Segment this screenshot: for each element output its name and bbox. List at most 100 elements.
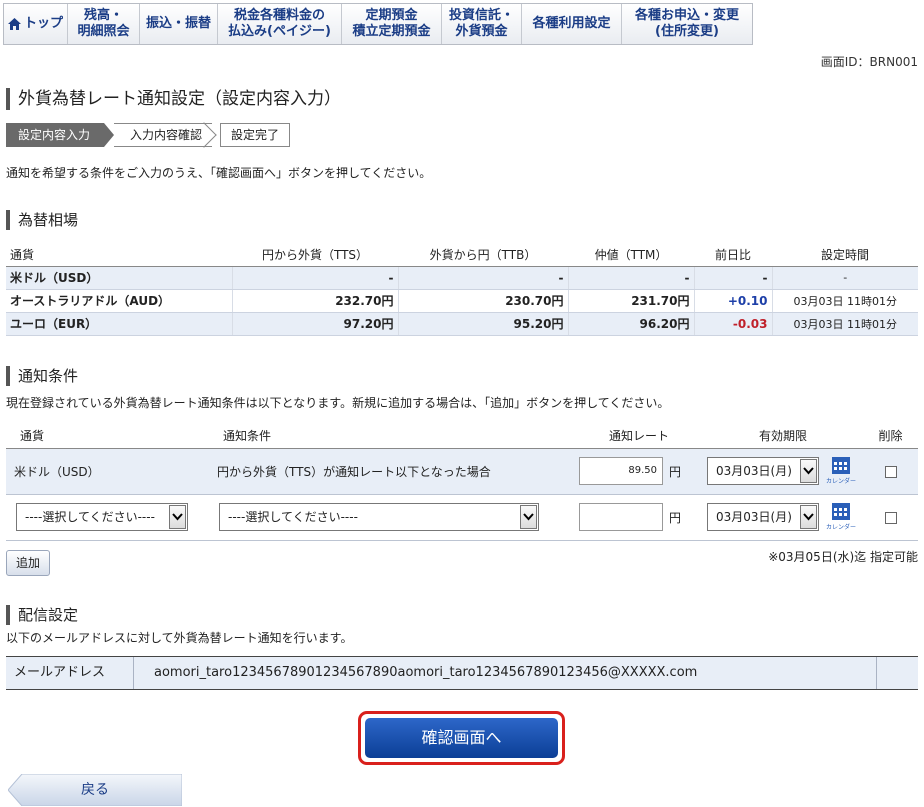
- delete-checkbox[interactable]: [884, 465, 897, 478]
- expiry-limit-note: ※03月05日(水)迄 指定可能: [768, 550, 918, 564]
- nav-payeasy-line2: 払込み(ペイジー): [228, 24, 331, 39]
- cond-col-rate: 通知レート: [575, 424, 703, 449]
- chevron-down-icon: [520, 505, 537, 529]
- delivery-section-title: 配信設定: [6, 605, 78, 625]
- nav-time-deposit-line2: 積立定期預金: [352, 24, 431, 39]
- rate-time: -: [772, 266, 918, 290]
- rate-tts: 97.20円: [232, 312, 399, 336]
- expiry-select-new[interactable]: 03月03日(月): [707, 503, 819, 531]
- home-icon: [8, 18, 21, 30]
- rate-time: 03月03日 11時01分: [772, 312, 918, 336]
- mail-table-spacer: [876, 657, 918, 689]
- expiry-select-value: 03月03日(月): [716, 464, 792, 478]
- nav-investment[interactable]: 投資信託・ 外貨預金: [442, 4, 522, 44]
- condition-text: 円から外貨（TTS）が通知レート以下となった場合: [209, 448, 575, 495]
- rates-row: 米ドル（USD） - - - - -: [6, 266, 918, 290]
- back-label: 戻る: [81, 782, 109, 798]
- rate-ttb: 230.70円: [398, 289, 569, 313]
- rates-header-row: 通貨 円から外貨（TTS） 外貨から円（TTB） 仲値（TTM） 前日比 設定時…: [6, 244, 918, 267]
- nav-time-deposit[interactable]: 定期預金 積立定期預金: [342, 4, 442, 44]
- currency-select-value: ----選択してください----: [25, 510, 155, 524]
- nav-time-deposit-line1: 定期預金: [365, 8, 418, 23]
- confirm-button-frame: 確認画面へ: [358, 711, 565, 765]
- chevron-down-icon: [800, 505, 817, 529]
- nav-investment-line2: 外貨預金: [455, 24, 508, 39]
- conditions-header-row: 通貨 通知条件 通知レート 有効期限 削除: [6, 424, 918, 449]
- mail-address: aomori_taro12345678901234567890aomori_ta…: [154, 665, 698, 680]
- currency-select[interactable]: ----選択してください----: [16, 503, 188, 531]
- rate-change: -0.03: [694, 312, 773, 336]
- step-indicator: 設定内容入力 入力内容確認 設定完了: [6, 123, 291, 147]
- rate-currency: ユーロ（EUR）: [6, 312, 233, 336]
- cond-col-delete: 削除: [863, 424, 918, 449]
- rate-tts: -: [232, 266, 399, 290]
- nav-transfer-label: 振込・振替: [145, 16, 211, 31]
- calendar-label: カレンダー: [825, 524, 856, 531]
- cond-col-condition: 通知条件: [209, 424, 575, 449]
- rate-change: -: [694, 266, 773, 290]
- nav-applications[interactable]: 各種お申込・変更 (住所変更): [622, 4, 752, 44]
- expiry-select-value: 03月03日(月): [716, 510, 792, 524]
- rate-input-new[interactable]: [579, 503, 663, 531]
- cond-col-expiry: 有効期限: [703, 424, 863, 449]
- rates-col-ttb: 外貨から円（TTB）: [398, 244, 568, 267]
- nav-payeasy[interactable]: 税金各種料金の 払込み(ペイジー): [218, 4, 342, 44]
- delivery-description: 以下のメールアドレスに対して外貨為替レート通知を行います。: [6, 631, 353, 645]
- rate-change: +0.10: [694, 289, 773, 313]
- expiry-select[interactable]: 03月03日(月): [707, 457, 819, 485]
- cond-col-currency: 通貨: [6, 424, 209, 449]
- add-button[interactable]: 追加: [6, 550, 50, 576]
- rate-tts: 232.70円: [232, 289, 399, 313]
- nav-top-label: トップ: [24, 16, 64, 31]
- calendar-button[interactable]: カレンダー: [825, 501, 857, 533]
- nav-transfer[interactable]: 振込・振替: [140, 4, 218, 44]
- rate-ttm: 231.70円: [568, 289, 695, 313]
- condition-select-value: ----選択してください----: [228, 510, 358, 524]
- rates-col-tts: 円から外貨（TTS）: [232, 244, 398, 267]
- conditions-section-title: 通知条件: [6, 366, 78, 386]
- page-title: 外貨為替レート通知設定（設定内容入力）: [6, 88, 341, 110]
- rate-ttb: 95.20円: [398, 312, 569, 336]
- mail-table: メールアドレス aomori_taro12345678901234567890a…: [6, 656, 918, 690]
- mail-label: メールアドレス: [6, 657, 134, 689]
- rates-row: ユーロ（EUR） 97.20円 95.20円 96.20円 -0.03 03月0…: [6, 312, 918, 336]
- rate-ttm: -: [568, 266, 695, 290]
- condition-row-new: ----選択してください---- ----選択してください---- 円 03月0…: [6, 494, 918, 541]
- delete-checkbox[interactable]: [884, 511, 897, 524]
- nav-investment-line1: 投資信託・: [448, 8, 514, 23]
- chevron-down-icon: [800, 459, 817, 483]
- step-input: 設定内容入力: [6, 123, 115, 147]
- nav-balance-line2: 明細照会: [77, 24, 130, 39]
- rate-ttm: 96.20円: [568, 312, 695, 336]
- rate-input[interactable]: 89.50: [579, 457, 663, 485]
- condition-select[interactable]: ----選択してください----: [219, 503, 539, 531]
- rate-time: 03月03日 11時01分: [772, 289, 918, 313]
- nav-balance[interactable]: 残高・ 明細照会: [68, 4, 140, 44]
- rates-section-title: 為替相場: [6, 210, 78, 230]
- rate-ttb: -: [398, 266, 569, 290]
- rate-currency: 米ドル（USD）: [6, 266, 233, 290]
- global-nav: トップ 残高・ 明細照会 振込・振替 税金各種料金の 払込み(ペイジー) 定期預金積…: [0, 0, 924, 48]
- rates-col-ttm: 仲値（TTM）: [568, 244, 694, 267]
- yen-label: 円: [669, 464, 682, 479]
- rates-col-change: 前日比: [694, 244, 772, 267]
- conditions-description: 現在登録されている外貨為替レート通知条件は以下となります。新規に追加する場合は、…: [6, 396, 670, 410]
- nav-top[interactable]: トップ: [4, 4, 68, 44]
- intro-text: 通知を希望する条件をご入力のうえ、「確認画面へ」ボタンを押してください。: [6, 166, 432, 180]
- calendar-label: カレンダー: [825, 478, 856, 485]
- yen-label: 円: [669, 510, 682, 525]
- calendar-button[interactable]: カレンダー: [825, 455, 857, 487]
- condition-row: 米ドル（USD） 円から外貨（TTS）が通知レート以下となった場合 89.50 円…: [6, 448, 918, 495]
- confirm-button[interactable]: 確認画面へ: [365, 718, 558, 758]
- rates-row: オーストラリアドル（AUD） 232.70円 230.70円 231.70円 +…: [6, 289, 918, 313]
- chevron-down-icon: [169, 505, 186, 529]
- rate-currency: オーストラリアドル（AUD）: [6, 289, 233, 313]
- nav-settings[interactable]: 各種利用設定: [522, 4, 622, 44]
- conditions-table: 通貨 通知条件 通知レート 有効期限 削除 米ドル（USD） 円から外貨（TTS…: [6, 424, 918, 541]
- nav-applications-line2: (住所変更): [655, 24, 719, 39]
- screen-id: 画面ID：BRN001: [820, 55, 918, 69]
- rates-col-time: 設定時間: [772, 244, 918, 267]
- condition-currency: 米ドル（USD）: [6, 448, 209, 495]
- global-nav-bar: トップ 残高・ 明細照会 振込・振替 税金各種料金の 払込み(ペイジー) 定期預金積…: [3, 3, 753, 45]
- back-button[interactable]: 戻る: [8, 774, 182, 806]
